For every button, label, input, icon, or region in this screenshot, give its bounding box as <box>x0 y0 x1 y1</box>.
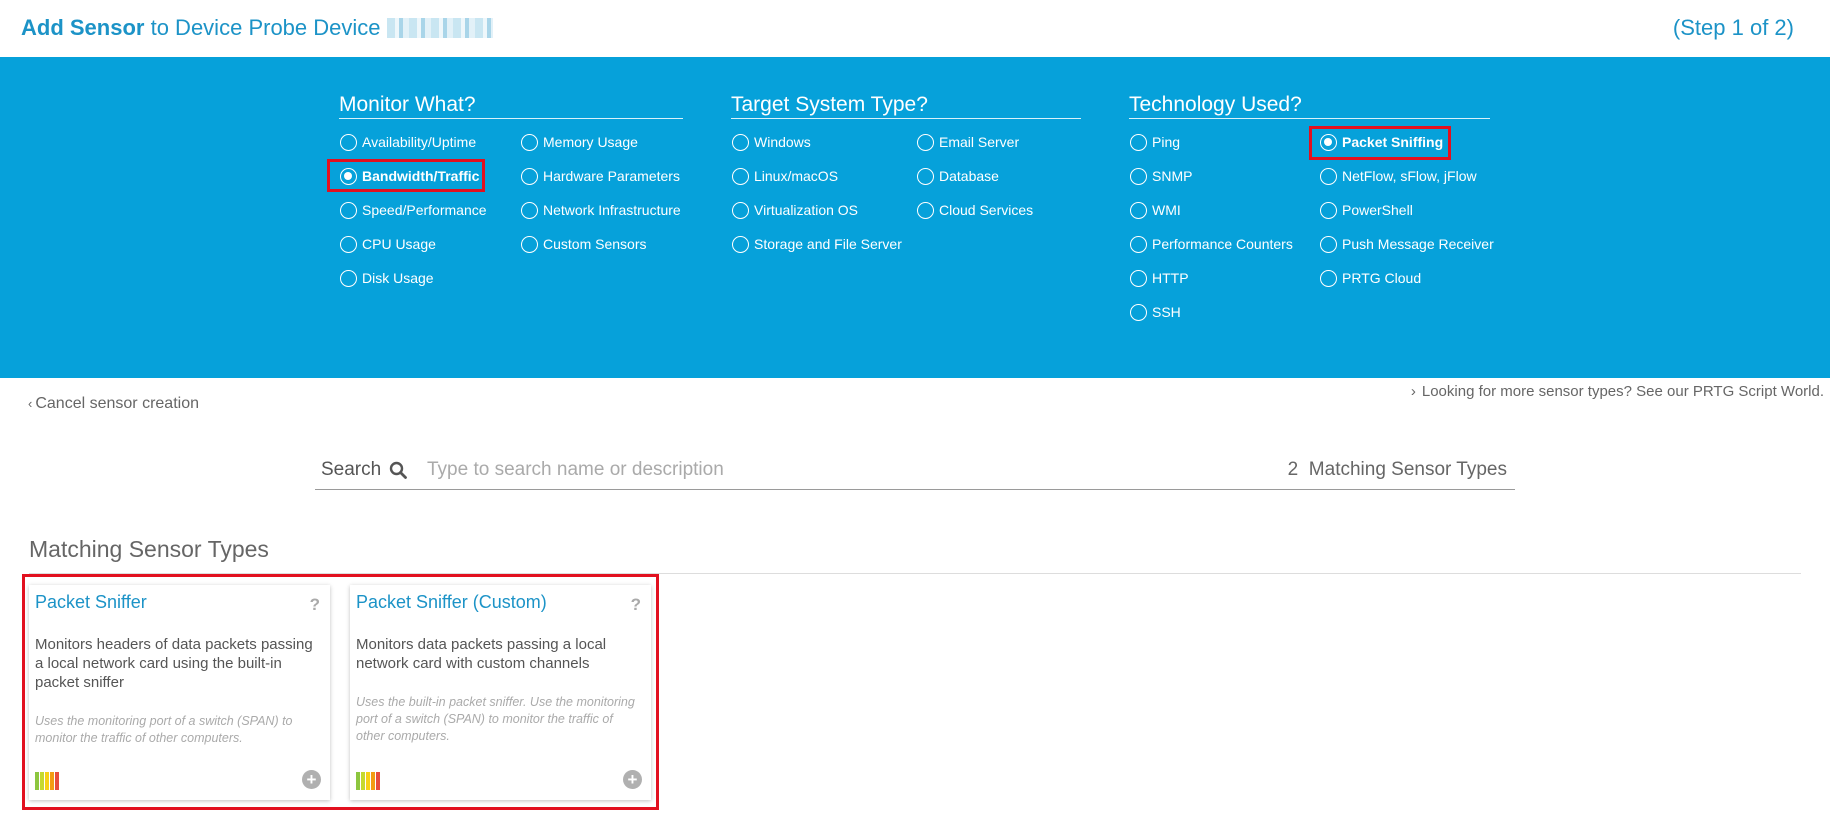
radio-icon <box>1130 133 1147 151</box>
radio-icon <box>732 201 749 219</box>
radio-icon <box>1130 201 1147 219</box>
monitor-what-title: Monitor What? <box>339 93 683 119</box>
redacted-address <box>386 18 493 38</box>
option-memory[interactable]: Memory Usage <box>521 132 638 152</box>
selection-highlight <box>1309 126 1451 160</box>
radio-icon <box>521 201 538 219</box>
option-push-message-receiver[interactable]: Push Message Receiver <box>1320 234 1494 254</box>
radio-icon <box>521 235 538 253</box>
option-cpu[interactable]: CPU Usage <box>340 234 436 254</box>
radio-icon <box>917 167 934 185</box>
radio-icon <box>1320 167 1337 185</box>
radio-icon <box>917 201 934 219</box>
results-title: Matching Sensor Types <box>29 536 269 562</box>
radio-icon <box>1130 269 1147 287</box>
step-indicator: (Step 1 of 2) <box>1672 15 1794 40</box>
option-ssh[interactable]: SSH <box>1130 302 1181 322</box>
device-name: Probe Device <box>248 15 381 40</box>
option-netflow[interactable]: NetFlow, sFlow, jFlow <box>1320 166 1477 186</box>
option-availability[interactable]: Availability/Uptime <box>340 132 476 152</box>
option-hardware[interactable]: Hardware Parameters <box>521 166 680 186</box>
page-title: Add Sensor to Device Probe Device <box>21 15 493 41</box>
radio-icon <box>340 235 357 253</box>
option-email-server[interactable]: Email Server <box>917 132 1019 152</box>
title-strong: Add Sensor <box>21 15 145 40</box>
radio-icon <box>340 133 357 151</box>
match-count: 2 Matching Sensor Types <box>1287 459 1507 480</box>
script-world-link[interactable]: › Looking for more sensor types? See our … <box>1411 383 1824 400</box>
option-powershell[interactable]: PowerShell <box>1320 200 1413 220</box>
title-rest: to Device <box>150 15 243 40</box>
option-windows[interactable]: Windows <box>732 132 811 152</box>
radio-icon <box>1130 167 1147 185</box>
option-virtualization[interactable]: Virtualization OS <box>732 200 858 220</box>
option-cloud-services[interactable]: Cloud Services <box>917 200 1033 220</box>
chevron-right-icon: › <box>1410 383 1416 400</box>
option-database[interactable]: Database <box>917 166 999 186</box>
option-ping[interactable]: Ping <box>1130 132 1180 152</box>
technology-title: Technology Used? <box>1129 93 1490 119</box>
option-linux[interactable]: Linux/macOS <box>732 166 838 186</box>
option-disk[interactable]: Disk Usage <box>340 268 434 288</box>
selection-highlight <box>22 574 659 810</box>
option-performance-counters[interactable]: Performance Counters <box>1130 234 1293 254</box>
target-system-title: Target System Type? <box>731 93 1081 119</box>
radio-icon <box>1320 201 1337 219</box>
radio-icon <box>521 133 538 151</box>
radio-icon <box>340 269 357 287</box>
search-icon <box>390 461 408 479</box>
option-speed[interactable]: Speed/Performance <box>340 200 487 220</box>
search-bar: Search 2 Matching Sensor Types <box>315 452 1515 490</box>
selection-highlight <box>327 159 485 192</box>
radio-icon <box>521 167 538 185</box>
radio-icon <box>1320 269 1337 287</box>
option-http[interactable]: HTTP <box>1130 268 1189 288</box>
radio-icon <box>732 167 749 185</box>
radio-icon <box>917 133 934 151</box>
filter-banner: Monitor What? Availability/Uptime Bandwi… <box>0 57 1830 378</box>
cancel-sensor-creation-link[interactable]: ‹ Cancel sensor creation <box>28 395 199 413</box>
option-storage[interactable]: Storage and File Server <box>732 234 902 254</box>
radio-icon <box>732 133 749 151</box>
option-network-infrastructure[interactable]: Network Infrastructure <box>521 200 681 220</box>
search-label: Search <box>321 459 408 481</box>
page-header: Add Sensor to Device Probe Device (Step … <box>0 0 1830 57</box>
option-custom-sensors[interactable]: Custom Sensors <box>521 234 646 254</box>
option-prtg-cloud[interactable]: PRTG Cloud <box>1320 268 1421 288</box>
chevron-left-icon: ‹ <box>28 396 33 411</box>
radio-icon <box>1130 303 1147 321</box>
radio-icon <box>340 201 357 219</box>
option-wmi[interactable]: WMI <box>1130 200 1181 220</box>
radio-icon <box>1130 235 1147 253</box>
radio-icon <box>732 235 749 253</box>
radio-icon <box>1320 235 1337 253</box>
search-input[interactable] <box>427 455 1227 485</box>
option-snmp[interactable]: SNMP <box>1130 166 1192 186</box>
